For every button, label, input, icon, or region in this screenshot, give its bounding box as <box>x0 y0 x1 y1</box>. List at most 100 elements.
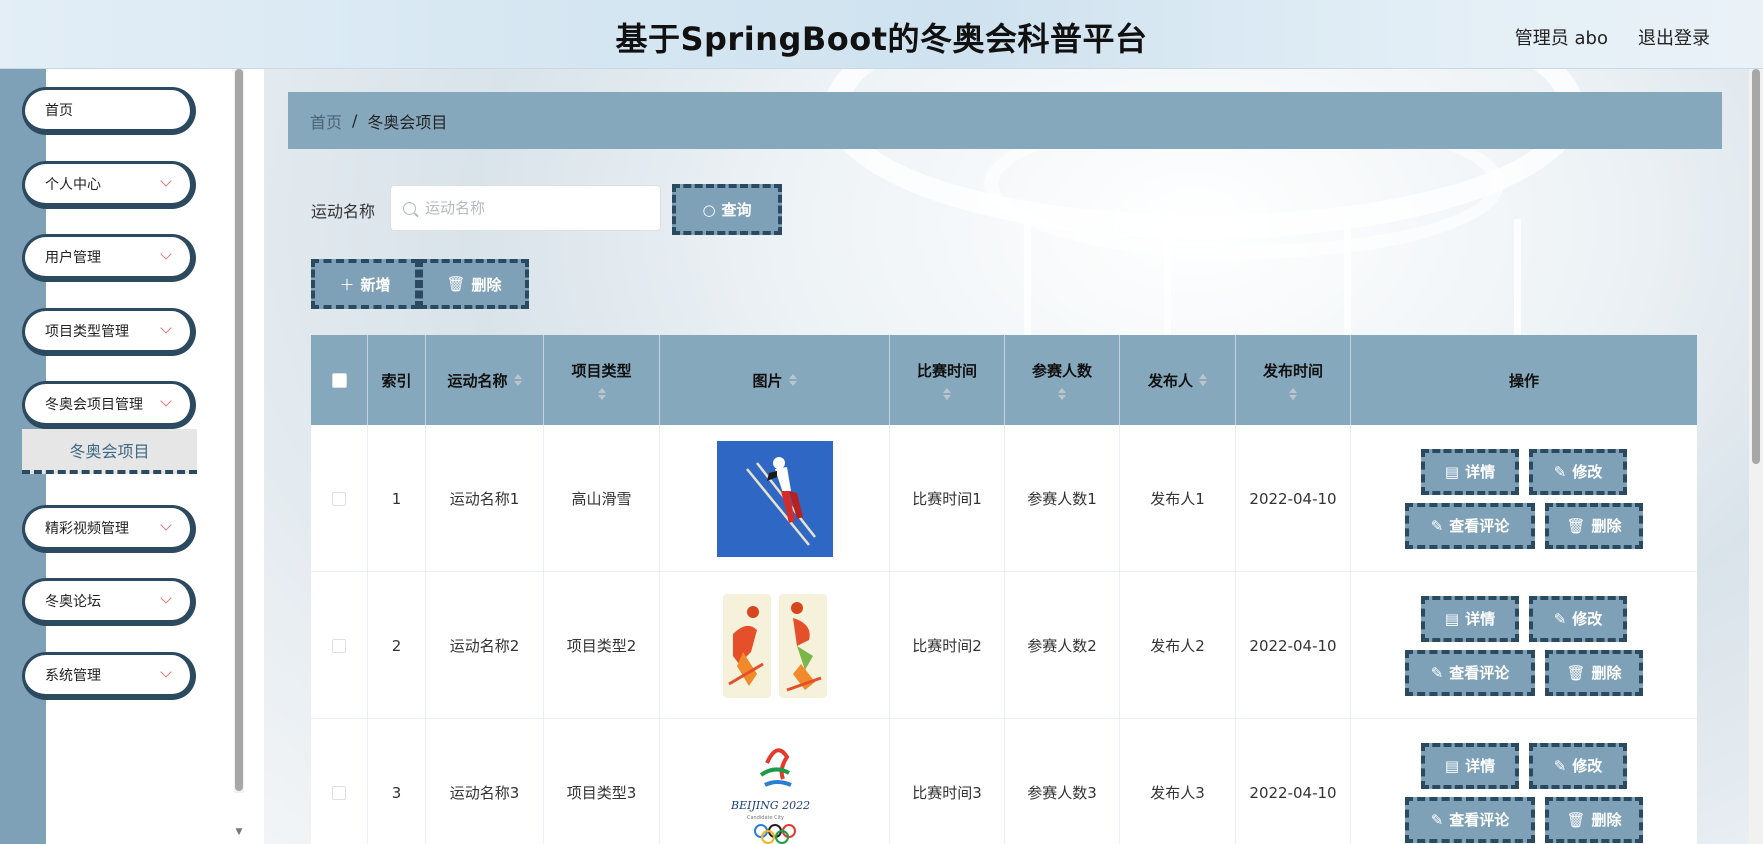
column-header-match-time[interactable]: 比赛时间 <box>890 335 1005 425</box>
table-row: 1 运动名称1 高山滑雪 比赛时间1 参赛人数1 发布人1 2022-04-10… <box>311 425 1697 572</box>
row-checkbox[interactable] <box>332 638 346 653</box>
sidebar-item-home[interactable]: 首页 <box>22 87 196 135</box>
row-delete-button[interactable]: 🗑 删除 <box>1545 649 1643 696</box>
pencil-icon: ✎ <box>1430 810 1444 829</box>
breadcrumb-home[interactable]: 首页 <box>310 109 342 133</box>
cell-index: 1 <box>368 425 426 572</box>
main-content: 首页 / 冬奥会项目 运动名称 ○ 查询 ＋ 新增 🗑 删除 索引 运动名称 <box>264 69 1763 844</box>
main-scrollbar[interactable] <box>1749 69 1763 844</box>
chevron-down-icon <box>160 592 172 604</box>
sort-icon[interactable] <box>513 373 522 387</box>
search-field[interactable] <box>390 185 661 231</box>
pencil-icon: ✎ <box>1553 756 1567 775</box>
cell-actions: ▤ 详情 ✎ 修改 ✎ 查看评论 🗑 删除 <box>1351 425 1697 572</box>
view-comments-button-label: 查看评论 <box>1449 664 1510 682</box>
sidebar-scrollbar[interactable] <box>234 69 244 793</box>
beijing-2022-logo-image[interactable]: BEIJING 2022 Candidate City <box>716 734 833 844</box>
column-header-participants[interactable]: 参赛人数 <box>1005 335 1120 425</box>
sort-icon[interactable] <box>1058 387 1066 401</box>
sidebar-item-label: 冬奥会项目管理 <box>45 396 143 413</box>
cell-type: 项目类型3 <box>544 719 660 844</box>
column-header-label: 运动名称 <box>447 371 508 390</box>
cell-participants: 参赛人数2 <box>1005 572 1120 719</box>
row-select-cell <box>311 719 368 844</box>
breadcrumb-current: 冬奥会项目 <box>367 112 448 132</box>
select-all-checkbox[interactable] <box>331 372 347 388</box>
chevron-down-icon <box>160 175 172 187</box>
sidebar-scrollbar-thumb[interactable] <box>235 69 243 791</box>
sidebar-item-video-management[interactable]: 精彩视频管理 <box>22 505 196 553</box>
row-delete-button[interactable]: 🗑 删除 <box>1545 502 1643 549</box>
detail-button[interactable]: ▤ 详情 <box>1421 742 1519 789</box>
column-header-label: 参赛人数 <box>1031 361 1092 380</box>
column-header-type[interactable]: 项目类型 <box>544 335 660 425</box>
sort-icon[interactable] <box>1199 373 1207 387</box>
sidebar-item-forum[interactable]: 冬奥论坛 <box>22 578 196 626</box>
document-icon: ▤ <box>1444 609 1460 628</box>
edit-button[interactable]: ✎ 修改 <box>1529 448 1627 495</box>
cell-publisher: 发布人3 <box>1120 719 1236 844</box>
detail-button[interactable]: ▤ 详情 <box>1421 595 1519 642</box>
column-header-label: 发布人 <box>1147 371 1193 390</box>
sidebar-item-olympic-project-management[interactable]: 冬奥会项目管理 <box>22 381 196 429</box>
logout-link[interactable]: 退出登录 <box>1638 24 1710 50</box>
sort-icon[interactable] <box>1289 387 1297 401</box>
row-delete-button[interactable]: 🗑 删除 <box>1545 796 1643 843</box>
cell-image <box>660 425 890 572</box>
alpine-skiing-pictogram-image[interactable] <box>716 587 833 704</box>
row-select-cell <box>311 425 368 572</box>
bulk-delete-button-label: 删除 <box>471 275 502 294</box>
column-header-publisher[interactable]: 发布人 <box>1120 335 1236 425</box>
column-header-label: 操作 <box>1508 371 1539 390</box>
main-scrollbar-thumb[interactable] <box>1752 69 1760 464</box>
pencil-icon: ✎ <box>1553 462 1567 481</box>
cell-publish-date: 2022-04-10 <box>1236 572 1351 719</box>
column-header-actions: 操作 <box>1351 335 1697 425</box>
chevron-down-icon <box>160 395 172 407</box>
edit-button[interactable]: ✎ 修改 <box>1529 595 1627 642</box>
column-header-image[interactable]: 图片 <box>660 335 890 425</box>
pictogram-card <box>722 593 771 698</box>
ski-jump-image[interactable] <box>716 440 833 557</box>
scroll-down-arrow-icon[interactable]: ▼ <box>234 827 244 841</box>
sidebar-subitem-olympic-projects[interactable]: 冬奥会项目 <box>22 429 197 474</box>
sidebar-item-label: 冬奥论坛 <box>45 593 101 610</box>
cell-image: BEIJING 2022 Candidate City <box>660 719 890 844</box>
column-header-publish-date[interactable]: 发布时间 <box>1236 335 1351 425</box>
view-comments-button[interactable]: ✎ 查看评论 <box>1405 502 1535 549</box>
trash-icon: 🗑 <box>1566 810 1586 829</box>
view-comments-button[interactable]: ✎ 查看评论 <box>1405 796 1535 843</box>
detail-button-label: 详情 <box>1465 610 1496 628</box>
column-header-index: 索引 <box>368 335 426 425</box>
bulk-delete-button[interactable]: 🗑 删除 <box>419 259 529 309</box>
sort-icon[interactable] <box>943 387 951 401</box>
column-header-label: 比赛时间 <box>916 361 977 380</box>
add-button[interactable]: ＋ 新增 <box>311 259 419 309</box>
search-button[interactable]: ○ 查询 <box>672 184 782 235</box>
sidebar-item-personal-center[interactable]: 个人中心 <box>22 161 196 209</box>
search-input[interactable] <box>425 199 635 217</box>
sidebar-item-label: 系统管理 <box>45 667 101 684</box>
pencil-icon: ✎ <box>1430 516 1444 535</box>
edit-button-label: 修改 <box>1572 610 1603 628</box>
pencil-icon: ✎ <box>1553 609 1567 628</box>
document-icon: ▤ <box>1444 462 1460 481</box>
sidebar-item-system-management[interactable]: 系统管理 <box>22 652 196 700</box>
sort-icon[interactable] <box>597 387 606 401</box>
search-button-label: 查询 <box>721 201 752 219</box>
row-checkbox[interactable] <box>332 785 346 800</box>
document-icon: ▤ <box>1444 756 1460 775</box>
sort-icon[interactable] <box>788 373 797 387</box>
column-header-name[interactable]: 运动名称 <box>426 335 544 425</box>
row-select-cell <box>311 572 368 719</box>
view-comments-button[interactable]: ✎ 查看评论 <box>1405 649 1535 696</box>
detail-button[interactable]: ▤ 详情 <box>1421 448 1519 495</box>
top-header: 基于SpringBoot的冬奥会科普平台 管理员 abo 退出登录 <box>0 0 1763 69</box>
sidebar-item-user-management[interactable]: 用户管理 <box>22 234 196 282</box>
row-checkbox[interactable] <box>332 491 346 506</box>
trash-icon: 🗑 <box>1566 516 1586 535</box>
edit-button[interactable]: ✎ 修改 <box>1529 742 1627 789</box>
chevron-down-icon <box>160 248 172 260</box>
sidebar-item-category-management[interactable]: 项目类型管理 <box>22 308 196 356</box>
cell-name: 运动名称3 <box>426 719 544 844</box>
